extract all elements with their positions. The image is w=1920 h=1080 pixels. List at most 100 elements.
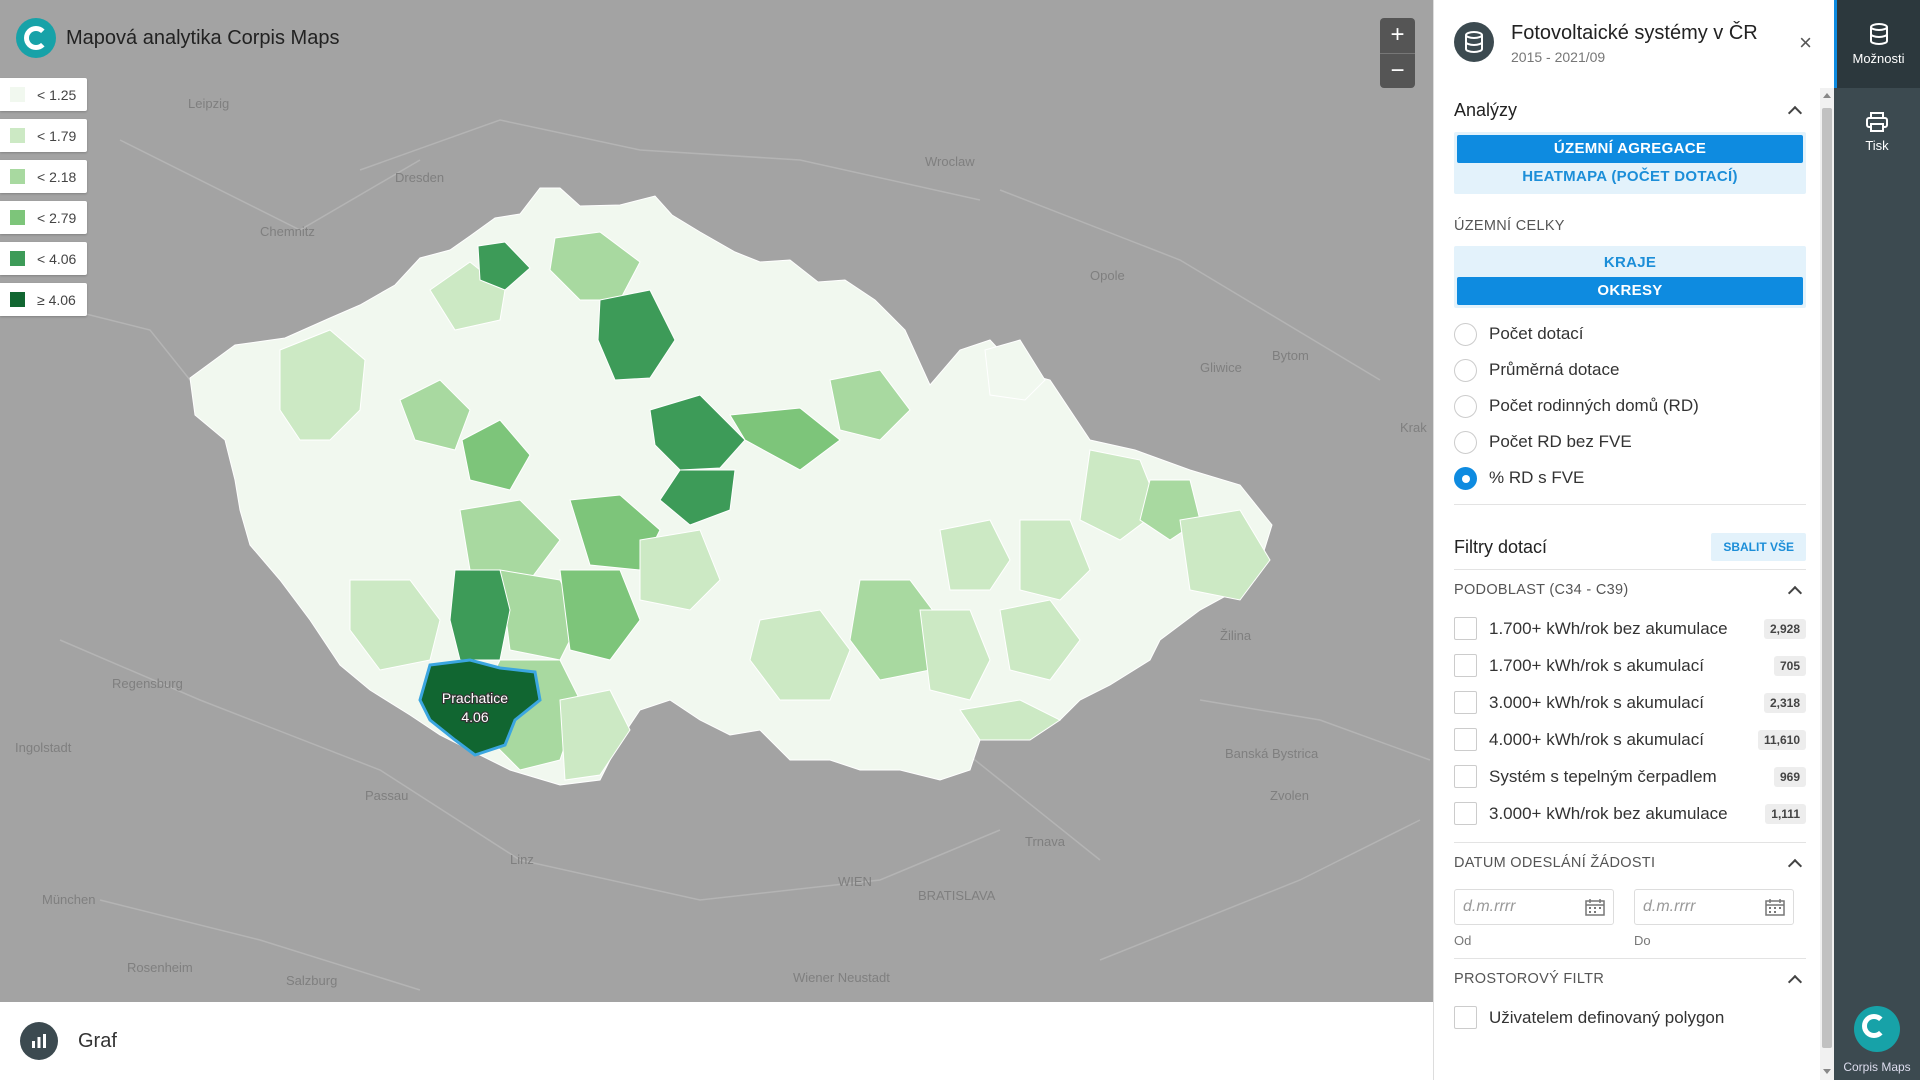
brand-footer: Corpis Maps [1834,1006,1920,1074]
corpis-logo-icon [1854,1006,1900,1052]
calendar-icon[interactable] [1585,898,1605,916]
radio-label: Průměrná dotace [1489,360,1620,379]
subarea-filter-item[interactable]: 1.700+ kWh/rok bez akumulace 2,928 [1454,610,1806,647]
checkbox[interactable] [1454,728,1477,751]
corpis-logo-icon [16,18,56,58]
legend-swatch [10,169,25,184]
panel-scrollbar[interactable] [1820,88,1834,1080]
heatmap-button[interactable]: HEATMAPA (POČET DOTACÍ) [1457,163,1803,191]
scroll-down-icon[interactable] [1823,1069,1831,1074]
scroll-up-icon[interactable] [1823,93,1831,98]
checkbox[interactable] [1454,765,1477,788]
app-header: Mapová analytika Corpis Maps [16,18,339,58]
subarea-filter-item[interactable]: 4.000+ kWh/rok s akumulací 11,610 [1454,721,1806,758]
radio-button[interactable] [1454,322,1477,346]
subarea-label: 4.000+ kWh/rok s akumulací [1489,729,1704,749]
chevron-up-icon[interactable] [1787,105,1803,121]
spatial-header[interactable]: PROSTOROVÝ FILTR [1454,959,1806,999]
svg-text:Salzburg: Salzburg [286,973,337,988]
metric-radio[interactable]: Počet dotací [1454,316,1806,352]
svg-text:Chemnitz: Chemnitz [260,224,315,239]
count-badge: 705 [1773,655,1806,676]
metric-radio[interactable]: Počet rodinných domů (RD) [1454,388,1806,424]
radio-button[interactable] [1454,430,1477,454]
checkbox[interactable] [1454,654,1477,677]
database-icon [1454,22,1494,62]
subarea-filter-item[interactable]: 3.000+ kWh/rok bez akumulace 1,111 [1454,795,1806,832]
subarea-heading: PODOBLAST (C34 - C39) [1454,582,1629,598]
subarea-filter-item[interactable]: 1.700+ kWh/rok s akumulací 705 [1454,647,1806,684]
subarea-checklist: 1.700+ kWh/rok bez akumulace 2,928 1.700+ … [1454,610,1806,832]
date-to-input[interactable]: d.m.rrrr [1634,889,1794,925]
legend-label: < 4.06 [37,250,77,267]
filters-heading: Filtry dotací [1454,536,1548,557]
svg-text:Trnava: Trnava [1025,834,1066,849]
collapse-all-button[interactable]: SBALIT VŠE [1711,533,1806,561]
legend-swatch [10,210,25,225]
svg-text:Passau: Passau [365,788,408,803]
count-badge: 2,928 [1763,618,1806,639]
graph-bar[interactable]: Graf [0,1002,1433,1080]
divider [1454,504,1806,505]
subarea-label: 3.000+ kWh/rok bez akumulace [1489,803,1728,823]
map-view[interactable]: Leipzig Dresden Chemnitz Wroclaw Opole B… [0,0,1433,1002]
analyses-header[interactable]: Analýzy [1454,88,1806,132]
options-tab[interactable]: Možnosti [1834,0,1920,88]
calendar-icon[interactable] [1765,898,1785,916]
territorial-aggregation-button[interactable]: ÚZEMNÍ AGREGACE [1457,135,1803,163]
chevron-up-icon[interactable] [1787,585,1803,601]
metric-radio[interactable]: Průměrná dotace [1454,352,1806,388]
svg-text:Wroclaw: Wroclaw [925,154,975,169]
graph-label[interactable]: Graf [78,1030,117,1053]
polygon-filter-checkbox[interactable]: Uživatelem definovaný polygon [1454,999,1806,1036]
date-to-placeholder: d.m.rrrr [1643,898,1696,915]
checkbox[interactable] [1454,691,1477,714]
legend-item: < 4.06 [0,242,87,275]
print-tab[interactable]: Tisk [1834,88,1920,176]
panel-body: Analýzy ÚZEMNÍ AGREGACE HEATMAPA (POČET … [1454,88,1806,1036]
close-icon[interactable]: × [1799,30,1812,56]
metric-radio[interactable]: Počet RD bez FVE [1454,424,1806,460]
date-from-input[interactable]: d.m.rrrr [1454,889,1614,925]
bar-chart-icon[interactable] [20,1022,58,1060]
legend-label: < 2.18 [37,168,77,185]
svg-text:Gliwice: Gliwice [1200,360,1242,375]
count-badge: 11,610 [1757,729,1806,750]
scroll-thumb[interactable] [1822,108,1832,1048]
radio-button[interactable] [1454,358,1477,382]
checkbox[interactable] [1454,617,1477,640]
options-panel: Fotovoltaické systémy v ČR 2015 - 2021/0… [1433,0,1834,1080]
units-heading: ÚZEMNÍ CELKY [1454,218,1565,234]
zoom-out-button[interactable]: − [1380,53,1415,88]
subarea-filter-item[interactable]: 3.000+ kWh/rok s akumulací 2,318 [1454,684,1806,721]
analyses-heading: Analýzy [1454,99,1518,120]
legend-item: ≥ 4.06 [0,283,87,316]
date-heading: DATUM ODESLÁNÍ ŽÁDOSTI [1454,855,1656,871]
date-from-placeholder: d.m.rrrr [1463,898,1516,915]
chevron-up-icon[interactable] [1787,858,1803,874]
highlight-district-name: Prachatice [442,690,508,706]
checkbox[interactable] [1454,1006,1477,1029]
svg-text:Ingolstadt: Ingolstadt [15,740,72,755]
brand-label: Corpis Maps [1843,1060,1911,1074]
date-header[interactable]: DATUM ODESLÁNÍ ŽÁDOSTI [1454,843,1806,883]
subarea-header[interactable]: PODOBLAST (C34 - C39) [1454,570,1806,610]
chevron-up-icon[interactable] [1787,974,1803,990]
legend-label: < 2.79 [37,209,77,226]
checkbox[interactable] [1454,802,1477,825]
legend-label: < 1.79 [37,127,77,144]
subarea-filter-item[interactable]: Systém s tepelným čerpadlem 969 [1454,758,1806,795]
legend-label: < 1.25 [37,86,77,103]
map-legend: < 1.25 < 1.79 < 2.18 < 2.79 < 4.06 ≥ 4.06 [0,78,87,324]
districts-button[interactable]: OKRESY [1457,277,1803,305]
right-toolbar: Možnosti Tisk Corpis Maps [1834,0,1920,1080]
regions-button[interactable]: KRAJE [1457,249,1803,277]
metric-radio[interactable]: % RD s FVE [1454,460,1806,496]
map-canvas[interactable]: Leipzig Dresden Chemnitz Wroclaw Opole B… [0,0,1433,1002]
metric-radio-group: Počet dotací Průměrná dotace Počet rodinný… [1454,316,1806,496]
zoom-in-button[interactable]: + [1380,18,1415,53]
radio-button[interactable] [1454,466,1477,490]
subarea-label: 1.700+ kWh/rok s akumulací [1489,655,1704,675]
svg-text:Bytom: Bytom [1272,348,1309,363]
radio-button[interactable] [1454,394,1477,418]
